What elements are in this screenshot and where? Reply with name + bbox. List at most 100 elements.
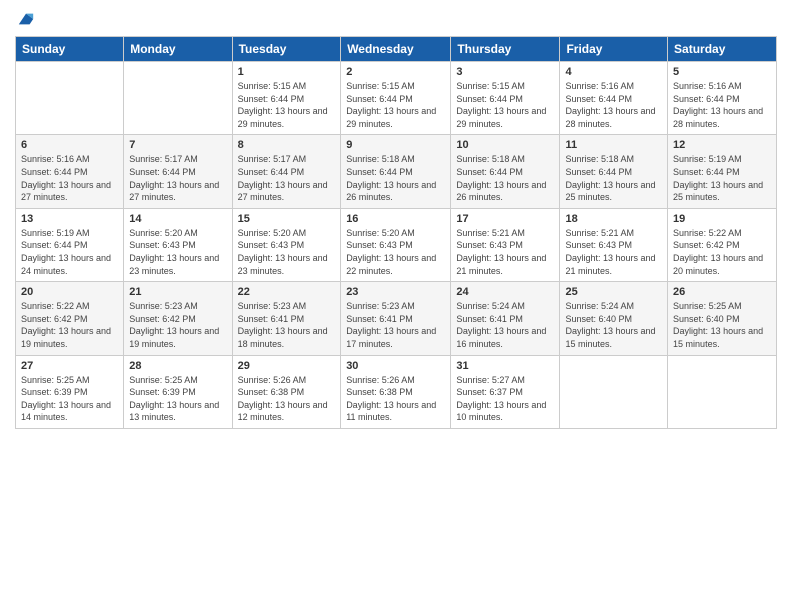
day-number: 12 (673, 139, 771, 151)
day-number: 25 (565, 286, 662, 298)
weekday-header-friday: Friday (560, 37, 668, 62)
day-number: 27 (21, 360, 118, 372)
weekday-header-monday: Monday (124, 37, 232, 62)
weekday-header-saturday: Saturday (668, 37, 777, 62)
day-number: 7 (129, 139, 226, 151)
day-info: Sunrise: 5:20 AMSunset: 6:43 PMDaylight:… (346, 227, 445, 277)
calendar-cell: 15Sunrise: 5:20 AMSunset: 6:43 PMDayligh… (232, 208, 341, 281)
day-number: 19 (673, 213, 771, 225)
calendar-cell: 8Sunrise: 5:17 AMSunset: 6:44 PMDaylight… (232, 135, 341, 208)
calendar-cell: 28 Sunrise: 5:25 AMSunset: 6:39 PMDayligh… (124, 355, 232, 428)
day-info: Sunrise: 5:18 AMSunset: 6:44 PMDaylight:… (346, 153, 445, 203)
day-info: Sunrise: 5:15 AMSunset: 6:44 PMDaylight:… (238, 80, 336, 130)
calendar-cell: 7 Sunrise: 5:17 AMSunset: 6:44 PMDaylight… (124, 135, 232, 208)
calendar-cell: 26Sunrise: 5:25 AMSunset: 6:40 PMDayligh… (668, 282, 777, 355)
calendar-cell: 25 Sunrise: 5:24 AMSunset: 6:40 PMDayligh… (560, 282, 668, 355)
calendar-cell: 31 Sunrise: 5:27 AMSunset: 6:37 PMDayligh… (451, 355, 560, 428)
day-number: 13 (21, 213, 118, 225)
day-number: 17 (456, 213, 554, 225)
day-info: Sunrise: 5:15 AMSunset: 6:44 PMDaylight:… (456, 80, 554, 130)
calendar-cell: 16 Sunrise: 5:20 AMSunset: 6:43 PMDayligh… (341, 208, 451, 281)
calendar-cell (16, 62, 124, 135)
day-number: 6 (21, 139, 118, 151)
day-number: 23 (346, 286, 445, 298)
day-info: Sunrise: 5:17 AMSunset: 6:44 PMDaylight:… (129, 153, 226, 203)
calendar-cell: 13 Sunrise: 5:19 AMSunset: 6:44 PMDayligh… (16, 208, 124, 281)
calendar-cell: 3 Sunrise: 5:15 AMSunset: 6:44 PMDaylight… (451, 62, 560, 135)
weekday-header-wednesday: Wednesday (341, 37, 451, 62)
day-number: 11 (565, 139, 662, 151)
calendar-cell: 23 Sunrise: 5:23 AMSunset: 6:41 PMDayligh… (341, 282, 451, 355)
day-number: 29 (238, 360, 336, 372)
day-number: 28 (129, 360, 226, 372)
day-number: 21 (129, 286, 226, 298)
day-info: Sunrise: 5:19 AMSunset: 6:44 PMDaylight:… (673, 153, 771, 203)
day-info: Sunrise: 5:25 AMSunset: 6:39 PMDaylight:… (21, 374, 118, 424)
weekday-header-tuesday: Tuesday (232, 37, 341, 62)
day-info: Sunrise: 5:24 AMSunset: 6:40 PMDaylight:… (565, 300, 662, 350)
day-number: 30 (346, 360, 445, 372)
day-info: Sunrise: 5:23 AMSunset: 6:42 PMDaylight:… (129, 300, 226, 350)
calendar-cell: 27 Sunrise: 5:25 AMSunset: 6:39 PMDayligh… (16, 355, 124, 428)
day-info: Sunrise: 5:16 AMSunset: 6:44 PMDaylight:… (21, 153, 118, 203)
day-info: Sunrise: 5:26 AMSunset: 6:38 PMDaylight:… (238, 374, 336, 424)
day-number: 3 (456, 66, 554, 78)
day-info: Sunrise: 5:16 AMSunset: 6:44 PMDaylight:… (565, 80, 662, 130)
day-number: 4 (565, 66, 662, 78)
day-number: 5 (673, 66, 771, 78)
day-number: 14 (129, 213, 226, 225)
day-info: Sunrise: 5:27 AMSunset: 6:37 PMDaylight:… (456, 374, 554, 424)
day-info: Sunrise: 5:25 AMSunset: 6:39 PMDaylight:… (129, 374, 226, 424)
calendar-cell (124, 62, 232, 135)
day-number: 20 (21, 286, 118, 298)
day-number: 22 (238, 286, 336, 298)
calendar-cell: 22Sunrise: 5:23 AMSunset: 6:41 PMDayligh… (232, 282, 341, 355)
calendar-cell: 5 Sunrise: 5:16 AMSunset: 6:44 PMDaylight… (668, 62, 777, 135)
day-info: Sunrise: 5:16 AMSunset: 6:44 PMDaylight:… (673, 80, 771, 130)
calendar-cell: 4 Sunrise: 5:16 AMSunset: 6:44 PMDaylight… (560, 62, 668, 135)
calendar-cell: 24Sunrise: 5:24 AMSunset: 6:41 PMDayligh… (451, 282, 560, 355)
day-info: Sunrise: 5:19 AMSunset: 6:44 PMDaylight:… (21, 227, 118, 277)
day-info: Sunrise: 5:26 AMSunset: 6:38 PMDaylight:… (346, 374, 445, 424)
day-info: Sunrise: 5:21 AMSunset: 6:43 PMDaylight:… (456, 227, 554, 277)
calendar-cell: 20 Sunrise: 5:22 AMSunset: 6:42 PMDayligh… (16, 282, 124, 355)
logo (15, 10, 35, 28)
day-number: 18 (565, 213, 662, 225)
day-info: Sunrise: 5:20 AMSunset: 6:43 PMDaylight:… (129, 227, 226, 277)
day-info: Sunrise: 5:15 AMSunset: 6:44 PMDaylight:… (346, 80, 445, 130)
day-number: 24 (456, 286, 554, 298)
day-info: Sunrise: 5:20 AMSunset: 6:43 PMDaylight:… (238, 227, 336, 277)
day-number: 31 (456, 360, 554, 372)
calendar-cell: 11 Sunrise: 5:18 AMSunset: 6:44 PMDayligh… (560, 135, 668, 208)
day-number: 16 (346, 213, 445, 225)
calendar-cell: 21 Sunrise: 5:23 AMSunset: 6:42 PMDayligh… (124, 282, 232, 355)
day-info: Sunrise: 5:17 AMSunset: 6:44 PMDaylight:… (238, 153, 336, 203)
day-number: 26 (673, 286, 771, 298)
day-number: 9 (346, 139, 445, 151)
calendar-cell: 19 Sunrise: 5:22 AMSunset: 6:42 PMDayligh… (668, 208, 777, 281)
calendar-cell: 2 Sunrise: 5:15 AMSunset: 6:44 PMDaylight… (341, 62, 451, 135)
weekday-header-thursday: Thursday (451, 37, 560, 62)
calendar: SundayMondayTuesdayWednesdayThursdayFrid… (15, 36, 777, 429)
day-info: Sunrise: 5:21 AMSunset: 6:43 PMDaylight:… (565, 227, 662, 277)
calendar-cell: 30 Sunrise: 5:26 AMSunset: 6:38 PMDayligh… (341, 355, 451, 428)
calendar-cell: 10 Sunrise: 5:18 AMSunset: 6:44 PMDayligh… (451, 135, 560, 208)
calendar-cell: 17 Sunrise: 5:21 AMSunset: 6:43 PMDayligh… (451, 208, 560, 281)
calendar-cell: 1 Sunrise: 5:15 AMSunset: 6:44 PMDaylight… (232, 62, 341, 135)
day-number: 10 (456, 139, 554, 151)
calendar-cell (560, 355, 668, 428)
logo-icon (17, 10, 35, 28)
day-info: Sunrise: 5:22 AMSunset: 6:42 PMDaylight:… (21, 300, 118, 350)
day-info: Sunrise: 5:18 AMSunset: 6:44 PMDaylight:… (456, 153, 554, 203)
calendar-cell: 9 Sunrise: 5:18 AMSunset: 6:44 PMDaylight… (341, 135, 451, 208)
calendar-cell: 29 Sunrise: 5:26 AMSunset: 6:38 PMDayligh… (232, 355, 341, 428)
day-info: Sunrise: 5:23 AMSunset: 6:41 PMDaylight:… (346, 300, 445, 350)
day-info: Sunrise: 5:22 AMSunset: 6:42 PMDaylight:… (673, 227, 771, 277)
weekday-header-sunday: Sunday (16, 37, 124, 62)
day-info: Sunrise: 5:18 AMSunset: 6:44 PMDaylight:… (565, 153, 662, 203)
day-number: 1 (238, 66, 336, 78)
calendar-cell: 14 Sunrise: 5:20 AMSunset: 6:43 PMDayligh… (124, 208, 232, 281)
day-number: 2 (346, 66, 445, 78)
calendar-cell: 18 Sunrise: 5:21 AMSunset: 6:43 PMDayligh… (560, 208, 668, 281)
calendar-cell (668, 355, 777, 428)
